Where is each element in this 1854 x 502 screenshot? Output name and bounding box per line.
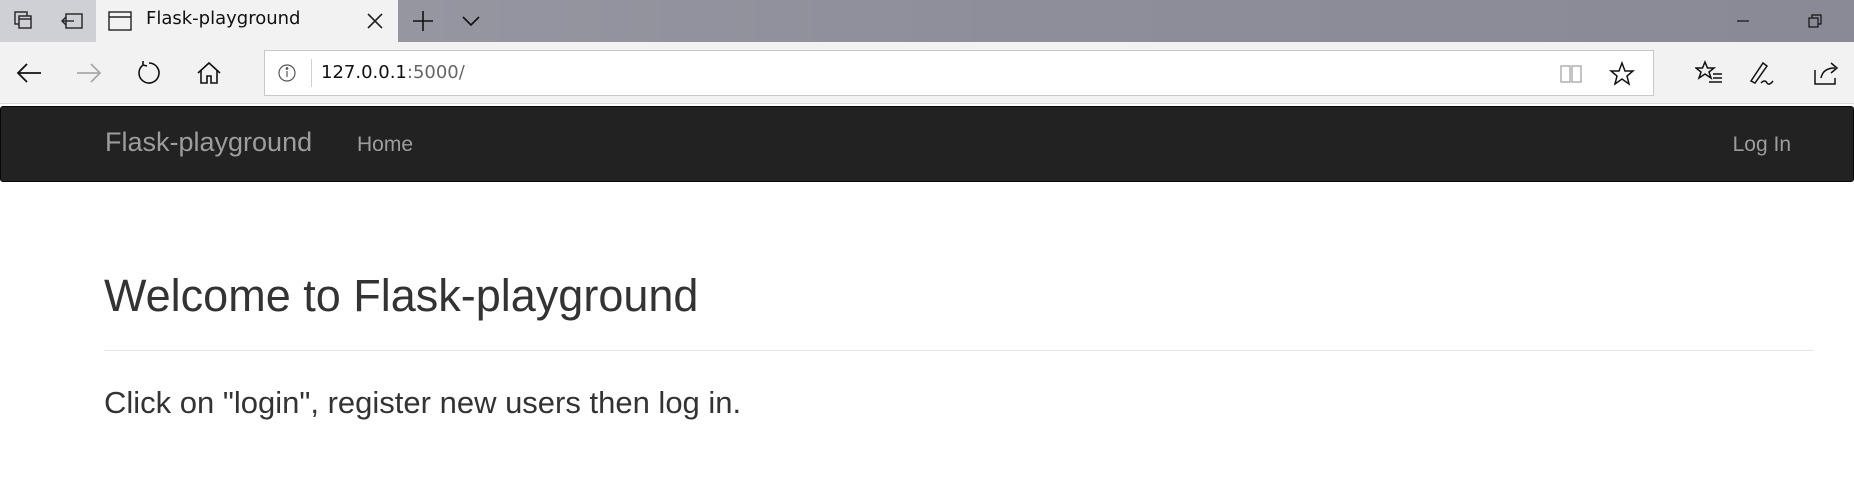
refresh-button[interactable] [132,56,166,90]
new-tab-icon[interactable] [408,8,438,34]
url-host: 127.0.0.1 [321,62,407,83]
arrow-right-icon [77,63,102,83]
favorites-list-icon [1695,60,1722,83]
favorites-button[interactable] [1692,56,1726,90]
lead-text: Click on "login", register new users the… [104,385,742,420]
set-tabs-aside-button[interactable] [48,0,96,42]
notes-button[interactable] [1744,56,1778,90]
arrow-left-icon [16,63,41,83]
brand-link[interactable]: Flask-playground [105,127,312,158]
main-content: Welcome to Flask-playground Click on "lo… [104,264,1814,423]
page-icon [108,11,132,31]
minimize-icon [1737,20,1749,22]
chevron-down-icon[interactable] [458,10,484,32]
address-separator [311,59,312,87]
home-button[interactable] [192,56,226,90]
share-icon [1814,62,1839,85]
url-port-path: :5000/ [406,62,465,83]
set-aside-icon [61,13,83,29]
divider [104,350,1814,351]
reading-view-icon[interactable] [1559,63,1583,85]
forward-button[interactable] [72,56,106,90]
pen-icon [1749,61,1774,85]
nav-login-link[interactable]: Log In [1733,133,1791,157]
page-title: Welcome to Flask-playground [104,270,699,321]
close-tab-icon[interactable] [364,10,386,32]
share-button[interactable] [1810,56,1844,90]
restore-button[interactable] [1782,0,1848,42]
minimize-button[interactable] [1710,0,1776,42]
address-bar[interactable]: 127.0.0.1:5000/ [264,50,1654,96]
home-icon [197,61,221,84]
back-button[interactable] [12,56,46,90]
tab-sets-button[interactable] [0,0,48,42]
restore-icon [1808,14,1822,28]
tab-sets-icon [14,11,32,29]
site-navbar: Flask-playground Home Log In [0,106,1854,182]
favorite-star-icon[interactable] [1609,61,1635,87]
tab-title: Flask-playground [146,8,301,29]
nav-home-link[interactable]: Home [357,133,413,157]
active-tab[interactable]: Flask-playground [96,0,398,42]
info-icon[interactable] [277,63,297,83]
url-text[interactable]: 127.0.0.1:5000/ [321,62,465,83]
refresh-icon [138,61,160,84]
browser-toolbar: 127.0.0.1:5000/ [0,42,1854,104]
browser-title-bar: Flask-playground [0,0,1854,42]
